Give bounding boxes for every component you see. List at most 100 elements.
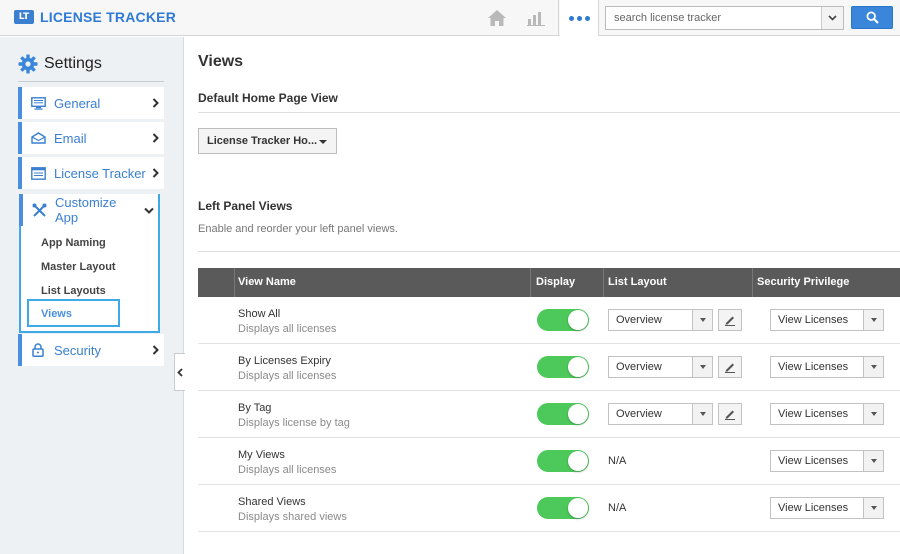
list-layout-select[interactable]: Overview xyxy=(608,356,713,378)
caret-down-icon xyxy=(319,140,327,144)
view-name: My Views xyxy=(238,449,285,461)
sidebar-item-label: Customize App xyxy=(55,195,117,225)
caret-down-icon xyxy=(863,451,883,471)
display-toggle[interactable] xyxy=(537,356,589,378)
search-dropdown-toggle[interactable] xyxy=(821,7,843,29)
chevron-down-icon xyxy=(828,15,837,21)
sidebar-item-label: Security xyxy=(54,342,101,358)
divider xyxy=(18,81,164,82)
collapse-sidebar-button[interactable] xyxy=(174,353,185,391)
left-panel-description: Enable and reorder your left panel views… xyxy=(198,223,398,235)
column-header-display: Display xyxy=(536,276,576,288)
logo-badge: LT xyxy=(14,10,34,24)
search-button[interactable] xyxy=(851,6,893,29)
column-header-security-privilege: Security Privilege xyxy=(757,276,850,288)
search-input[interactable] xyxy=(606,7,822,29)
caret-down-icon xyxy=(692,357,712,377)
list-layout-select[interactable]: Overview xyxy=(608,309,713,331)
divider xyxy=(198,112,900,113)
app-title: LICENSE TRACKER xyxy=(40,9,177,25)
column-header-view-name: View Name xyxy=(238,276,296,288)
display-toggle[interactable] xyxy=(537,403,589,425)
table-row: Show All Displays all licenses Overview … xyxy=(198,297,900,344)
pencil-icon xyxy=(725,410,735,420)
caret-down-icon xyxy=(863,498,883,518)
views-table-header: View Name Display List Layout Security P… xyxy=(198,268,900,297)
search-icon xyxy=(865,11,879,24)
page-title: Views xyxy=(198,53,244,70)
sub-item-master-layout[interactable]: Master Layout xyxy=(41,261,116,273)
select-value: Overview xyxy=(616,314,662,326)
settings-sidebar: Settings General Email License Tracker C… xyxy=(0,37,185,554)
caret-down-icon xyxy=(692,404,712,424)
security-privilege-select[interactable]: View Licenses xyxy=(770,403,884,425)
column-header-list-layout: List Layout xyxy=(608,276,667,288)
sub-item-label: Views xyxy=(41,308,72,320)
sidebar-item-security[interactable]: Security xyxy=(18,334,164,366)
display-toggle[interactable] xyxy=(537,450,589,472)
top-bar: LT LICENSE TRACKER xyxy=(0,0,900,36)
table-row: By Licenses Expiry Displays all licenses… xyxy=(198,344,900,391)
view-description: Displays shared views xyxy=(238,511,347,523)
divider xyxy=(198,251,900,252)
monitor-icon xyxy=(30,96,46,110)
sub-item-app-naming[interactable]: App Naming xyxy=(41,237,106,249)
divider xyxy=(558,0,559,36)
edit-layout-button[interactable] xyxy=(718,403,742,425)
more-dots-icon xyxy=(567,15,591,21)
search-box xyxy=(605,6,844,30)
sidebar-item-email[interactable]: Email xyxy=(18,122,164,154)
default-home-view-dropdown[interactable]: License Tracker Ho... xyxy=(198,128,337,154)
select-value: Overview xyxy=(616,361,662,373)
table-row: Shared Views Displays shared views N/A V… xyxy=(198,485,900,532)
settings-title: Settings xyxy=(44,55,102,72)
edit-layout-button[interactable] xyxy=(718,356,742,378)
lock-icon xyxy=(30,343,46,357)
sidebar-item-license-tracker[interactable]: License Tracker xyxy=(18,157,164,189)
list-layout-select[interactable]: Overview xyxy=(608,403,713,425)
sidebar-item-general[interactable]: General xyxy=(18,87,164,119)
sidebar-item-label: General xyxy=(54,95,101,111)
app-logo[interactable]: LT LICENSE TRACKER xyxy=(14,9,176,25)
security-privilege-select[interactable]: View Licenses xyxy=(770,309,884,331)
default-home-section-title: Default Home Page View xyxy=(198,91,338,105)
view-description: Displays license by tag xyxy=(238,417,350,429)
table-row: By Tag Displays license by tag Overview … xyxy=(198,391,900,438)
tools-icon xyxy=(31,203,47,218)
security-privilege-select[interactable]: View Licenses xyxy=(770,450,884,472)
security-privilege-select[interactable]: View Licenses xyxy=(770,497,884,519)
sidebar-item-label: License Tracker xyxy=(54,165,146,181)
select-value: View Licenses xyxy=(778,408,849,420)
dropdown-value: License Tracker Ho... xyxy=(207,135,318,147)
pencil-icon xyxy=(725,316,735,326)
list-window-icon xyxy=(30,166,46,180)
sidebar-item-label: Email xyxy=(54,130,87,146)
pencil-icon xyxy=(725,363,735,373)
security-privilege-select[interactable]: View Licenses xyxy=(770,356,884,378)
view-description: Displays all licenses xyxy=(238,370,337,382)
chevron-right-icon xyxy=(146,168,164,178)
display-toggle[interactable] xyxy=(537,497,589,519)
display-toggle[interactable] xyxy=(537,309,589,331)
select-value: Overview xyxy=(616,408,662,420)
chevron-right-icon xyxy=(146,133,164,143)
sub-item-list-layouts[interactable]: List Layouts xyxy=(41,285,106,297)
more-dots-button[interactable] xyxy=(560,0,598,36)
bar-chart-icon[interactable] xyxy=(518,0,554,36)
view-description: Displays all licenses xyxy=(238,323,337,335)
edit-layout-button[interactable] xyxy=(718,309,742,331)
chevron-right-icon xyxy=(146,98,164,108)
home-icon[interactable] xyxy=(479,0,515,36)
list-layout-na: N/A xyxy=(608,455,627,467)
sidebar-item-customize-app[interactable]: Customize App xyxy=(19,194,158,226)
view-name: By Licenses Expiry xyxy=(238,355,331,367)
divider xyxy=(598,0,599,36)
select-value: View Licenses xyxy=(778,455,849,467)
caret-down-icon xyxy=(863,404,883,424)
sub-item-views[interactable]: Views xyxy=(27,299,120,327)
select-value: View Licenses xyxy=(778,314,849,326)
chevron-left-icon xyxy=(177,367,183,377)
view-name: Shared Views xyxy=(238,496,306,508)
chevron-down-icon xyxy=(140,207,158,214)
view-name: Show All xyxy=(238,308,281,320)
